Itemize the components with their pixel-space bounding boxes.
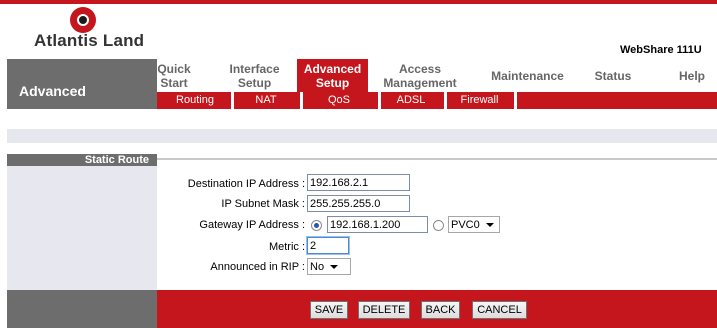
nav-label-line2: Start (160, 75, 188, 90)
nav-quick-start[interactable]: Quick Start (157, 59, 191, 92)
nav-help[interactable]: Help (677, 59, 707, 92)
gateway-ip-radio[interactable] (311, 220, 322, 231)
section-panel: Advanced (7, 59, 157, 109)
footer-bar: SAVE DELETE BACK CANCEL (157, 290, 717, 328)
cancel-button[interactable]: CANCEL (472, 301, 527, 319)
sub-nav: Routing NAT QoS ADSL Firewall (157, 92, 717, 109)
chevron-down-icon (485, 222, 494, 227)
nav-label-line1: Quick (157, 61, 191, 76)
subtab-qos[interactable]: QoS (308, 92, 370, 109)
subtab-firewall[interactable]: Firewall (452, 92, 507, 109)
logo-text: Atlantis Land (34, 31, 145, 50)
main-nav: Quick Start Interface Setup Advanced Set… (157, 59, 717, 92)
subnet-mask-input[interactable] (307, 195, 410, 212)
save-button[interactable]: SAVE (310, 301, 348, 319)
rip-label: Announced in RIP : (210, 261, 305, 273)
gateway-ip-input[interactable] (327, 216, 428, 233)
atlantis-logo: Atlantis Land (34, 7, 144, 50)
nav-label-line2: Setup (315, 75, 350, 90)
nav-label-line1: Maintenance (491, 68, 564, 83)
nav-advanced-setup[interactable]: Advanced Setup (297, 59, 368, 92)
product-name: WebShare 111U (620, 44, 702, 56)
nav-label-line2: Management (383, 75, 457, 90)
nav-label-line2: Setup (237, 75, 272, 90)
chevron-down-icon (330, 264, 339, 269)
subtab-adsl[interactable]: ADSL (386, 92, 436, 109)
nav-interface-setup[interactable]: Interface Setup (227, 59, 282, 92)
delete-button[interactable]: DELETE (358, 301, 410, 319)
nav-label-line1: Advanced (303, 61, 362, 76)
section-title: Advanced (19, 83, 86, 99)
subnet-mask-label: IP Subnet Mask : (221, 198, 305, 210)
nav-label-line1: Access (398, 61, 442, 76)
logo-icon (70, 7, 96, 33)
subnav-separator (444, 92, 447, 109)
gateway-label: Gateway IP Address : (199, 219, 305, 231)
subnav-separator (300, 92, 303, 109)
nav-status[interactable]: Status (590, 59, 636, 92)
subtab-nat[interactable]: NAT (239, 92, 293, 109)
divider (157, 158, 717, 160)
dest-ip-input[interactable] (307, 174, 410, 191)
rip-select-value: No (310, 260, 325, 273)
sidebar-header: Static Route (7, 154, 157, 166)
sidebar-title: Static Route (84, 154, 149, 166)
metric-label: Metric : (268, 241, 305, 253)
pvc-select[interactable]: PVC0 (448, 216, 500, 233)
footer-left-panel (7, 290, 157, 328)
gateway-pvc-radio[interactable] (433, 220, 444, 231)
subtab-routing[interactable]: Routing (165, 92, 225, 109)
rip-select[interactable]: No (307, 258, 351, 275)
metric-input[interactable] (307, 237, 349, 254)
nav-label-line1: Help (678, 68, 705, 83)
spacer-band (7, 129, 717, 143)
sidebar (7, 154, 157, 290)
dest-ip-label: Destination IP Address : (187, 178, 305, 190)
back-button[interactable]: BACK (421, 301, 460, 319)
subnav-separator (378, 92, 381, 109)
top-accent-line (0, 0, 717, 4)
subnav-separator (514, 92, 517, 109)
nav-maintenance[interactable]: Maintenance (485, 59, 570, 92)
nav-label-line1: Status (594, 68, 632, 83)
pvc-select-value: PVC0 (451, 218, 480, 231)
subnav-separator (231, 92, 234, 109)
nav-access-management[interactable]: Access Management (380, 59, 460, 92)
nav-label-line1: Interface (229, 61, 280, 76)
